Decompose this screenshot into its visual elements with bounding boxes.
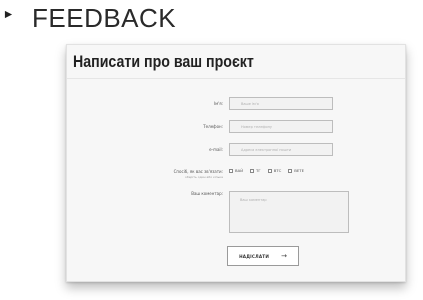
phone-label: Телефон: xyxy=(203,124,223,129)
checkbox[interactable] xyxy=(250,168,255,173)
contact-method-label: Спосіб, як вас зв'язати: xyxy=(173,169,223,174)
title-divider xyxy=(67,78,405,79)
option-label: ТГ xyxy=(256,168,261,173)
option-telegram[interactable]: ТГ xyxy=(250,168,261,173)
checkbox[interactable] xyxy=(229,168,233,173)
comment-placeholder: Ваш коментар xyxy=(240,198,267,202)
comment-textarea[interactable]: Ваш коментар xyxy=(229,191,349,233)
checkbox[interactable] xyxy=(288,168,293,173)
submit-label: НАДІСЛАТИ xyxy=(239,253,270,259)
option-other[interactable]: ВЕТЕ xyxy=(288,168,304,173)
name-label: Ім'я: xyxy=(213,101,223,106)
arrow-bullet-icon xyxy=(4,10,13,19)
option-whatsapp[interactable]: ВТС xyxy=(267,168,282,173)
email-label: e-mail: xyxy=(209,147,223,152)
form-title: Написати про ваш проєкт xyxy=(73,53,254,71)
phone-input[interactable]: Номер телефону xyxy=(229,120,333,133)
option-viber[interactable]: ВАЙ xyxy=(229,168,243,173)
section-title: FEEDBACK xyxy=(32,3,177,33)
contact-method-options: ВАЙ ТГ ВТС ВЕТЕ xyxy=(229,168,304,173)
checkbox[interactable] xyxy=(267,168,272,173)
submit-button[interactable]: НАДІСЛАТИ → xyxy=(227,246,299,266)
email-input[interactable]: Адреса електронної пошти xyxy=(229,143,333,156)
arrow-right-icon: → xyxy=(281,251,287,260)
email-placeholder: Адреса електронної пошти xyxy=(241,148,292,152)
option-label: ВТС xyxy=(273,168,282,173)
contact-method-sublabel: оберіть один або кілька xyxy=(185,175,223,179)
comment-label: Ваш коментар: xyxy=(191,191,223,196)
feedback-form-card: Написати про ваш проєкт Ім'я: Ваше ім'я … xyxy=(66,44,406,282)
option-label: ВЕТЕ xyxy=(294,168,304,173)
phone-placeholder: Номер телефону xyxy=(241,125,272,129)
name-placeholder: Ваше ім'я xyxy=(241,102,259,106)
name-input[interactable]: Ваше ім'я xyxy=(229,97,333,110)
option-label: ВАЙ xyxy=(235,168,244,173)
